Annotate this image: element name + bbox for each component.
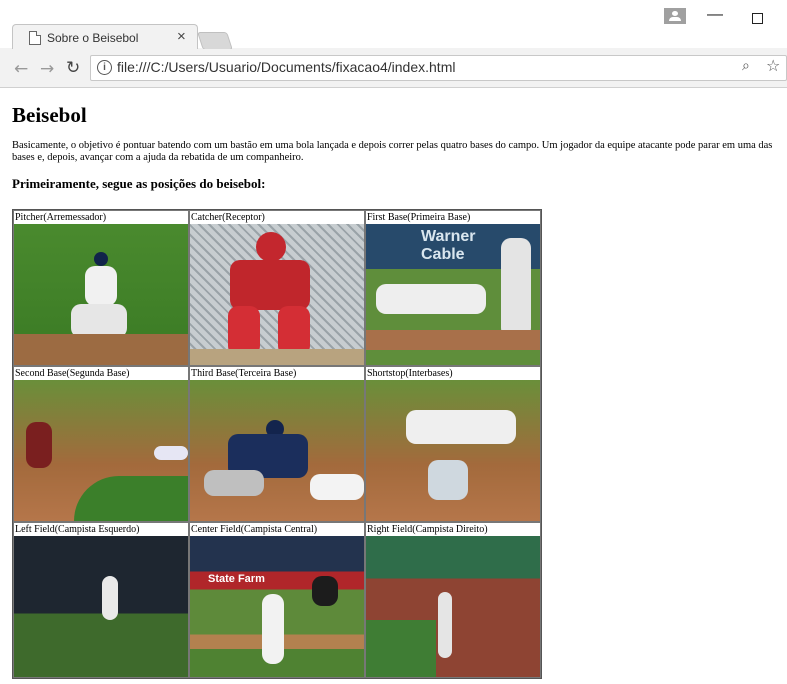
browser-chrome: Sobre o Beisebol × — ← → ↻ i file:///C:/…	[0, 0, 787, 88]
browser-tab[interactable]: Sobre o Beisebol ×	[12, 24, 198, 50]
maximize-icon[interactable]	[752, 13, 763, 24]
position-caption: Catcher(Receptor)	[191, 212, 265, 223]
intro-paragraph: Basicamente, o objetivo é pontuar batend…	[12, 140, 773, 163]
position-caption: Pitcher(Arremessador)	[15, 212, 107, 223]
page-title: Beisebol	[12, 103, 87, 127]
minimize-icon[interactable]: —	[707, 6, 723, 24]
zoom-icon[interactable]: ⌕	[742, 57, 750, 74]
forward-arrow-icon[interactable]: →	[40, 59, 54, 79]
position-cell: Right Field(Campista Direito)	[365, 522, 541, 678]
url-text[interactable]: file:///C:/Users/Usuario/Documents/fixac…	[117, 59, 455, 75]
position-cell: Center Field(Campista Central) State Far…	[189, 522, 365, 678]
position-caption: Center Field(Campista Central)	[191, 524, 318, 535]
profile-icon[interactable]	[664, 8, 686, 24]
pitcher-photo	[14, 224, 188, 365]
position-cell: First Base(Primeira Base) Warner Cable	[365, 210, 541, 366]
page-content: Beisebol Basicamente, o objetivo é pontu…	[12, 88, 787, 679]
left-field-photo	[14, 536, 188, 677]
position-cell: Catcher(Receptor)	[189, 210, 365, 366]
table-row: Pitcher(Arremessador) Catcher(Receptor)	[13, 210, 541, 366]
shortstop-photo	[366, 380, 540, 521]
address-bar[interactable]: i file:///C:/Users/Usuario/Documents/fix…	[90, 55, 787, 81]
table-row: Left Field(Campista Esquerdo) Center Fie…	[13, 522, 541, 678]
position-caption: Shortstop(Interbases)	[367, 368, 453, 379]
back-arrow-icon[interactable]: ←	[14, 59, 28, 79]
position-cell: Third Base(Terceira Base)	[189, 366, 365, 522]
position-cell: Shortstop(Interbases)	[365, 366, 541, 522]
right-field-photo	[366, 536, 540, 677]
position-caption: First Base(Primeira Base)	[367, 212, 471, 223]
toolbar: ← → ↻ i file:///C:/Users/Usuario/Documen…	[0, 49, 787, 87]
position-cell: Left Field(Campista Esquerdo)	[13, 522, 189, 678]
position-caption: Right Field(Campista Direito)	[367, 524, 488, 535]
first-base-photo: Warner Cable	[366, 224, 540, 365]
page-icon	[29, 31, 41, 45]
position-caption: Left Field(Campista Esquerdo)	[15, 524, 140, 535]
star-icon[interactable]: ☆	[766, 56, 780, 75]
third-base-photo	[190, 380, 364, 521]
tab-title: Sobre o Beisebol	[47, 31, 139, 45]
catcher-photo	[190, 224, 364, 365]
table-row: Second Base(Segunda Base) Third Base(Ter…	[13, 366, 541, 522]
tab-strip: Sobre o Beisebol × —	[0, 0, 787, 50]
center-field-photo: State Farm	[190, 536, 364, 677]
info-icon[interactable]: i	[97, 60, 112, 75]
position-caption: Third Base(Terceira Base)	[191, 368, 297, 379]
second-base-photo	[14, 380, 188, 521]
position-cell: Second Base(Segunda Base)	[13, 366, 189, 522]
positions-table: Pitcher(Arremessador) Catcher(Receptor)	[12, 209, 542, 679]
new-tab-button[interactable]	[197, 32, 233, 50]
reload-icon[interactable]: ↻	[66, 58, 80, 78]
position-caption: Second Base(Segunda Base)	[15, 368, 130, 379]
positions-heading: Primeiramente, segue as posições do beis…	[12, 176, 266, 191]
tab-close-icon[interactable]: ×	[177, 28, 186, 45]
position-cell: Pitcher(Arremessador)	[13, 210, 189, 366]
